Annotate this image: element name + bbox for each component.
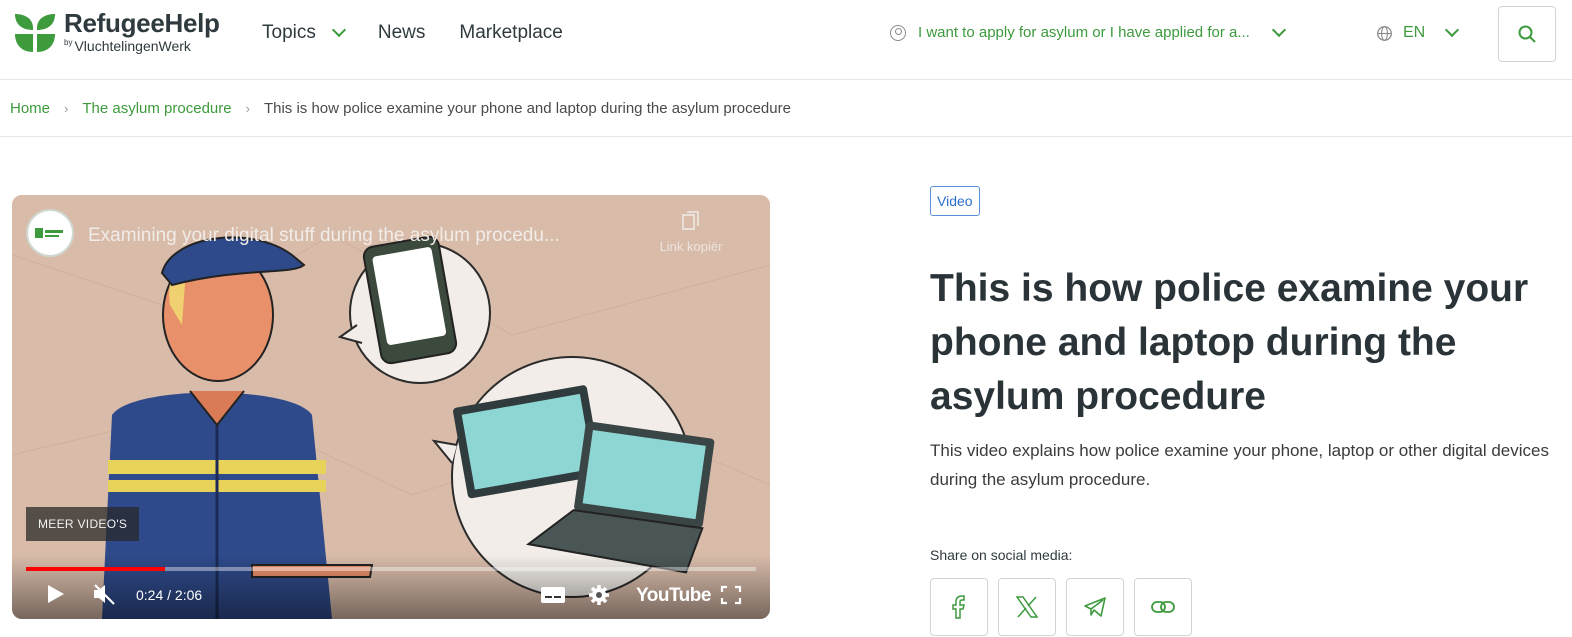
site-header: RefugeeHelp by VluchtelingenWerk Topics N…	[0, 0, 1572, 80]
video-player[interactable]: Examining your digital stuff during the …	[12, 195, 770, 619]
brand-sub: VluchtelingenWerk	[74, 37, 191, 54]
logo[interactable]: RefugeeHelp by VluchtelingenWerk	[12, 8, 220, 54]
nav-label-marketplace: Marketplace	[459, 22, 563, 43]
breadcrumb: Home › The asylum procedure › This is ho…	[10, 100, 791, 117]
brand-name: RefugeeHelp	[64, 7, 220, 38]
nav-item-news[interactable]: News	[378, 22, 426, 44]
mute-icon[interactable]	[92, 583, 118, 605]
copy-icon	[682, 211, 700, 231]
main-nav: Topics News Marketplace	[262, 22, 597, 44]
content-type-badge: Video	[930, 186, 980, 216]
language-label: EN	[1403, 24, 1426, 41]
fullscreen-icon[interactable]	[720, 585, 742, 605]
page-title: This is how police examine your phone an…	[930, 267, 1529, 418]
play-icon[interactable]	[44, 583, 66, 605]
breadcrumb-section[interactable]: The asylum procedure	[82, 100, 231, 117]
audience-label: I want to apply for asylum or I have app…	[918, 24, 1250, 41]
telegram-icon	[1084, 597, 1106, 617]
globe-icon	[1377, 25, 1392, 41]
video-time: 0:24 / 2:06	[136, 587, 203, 603]
language-selector[interactable]: EN	[1376, 22, 1460, 42]
share-x-button[interactable]	[998, 578, 1056, 636]
more-videos-button[interactable]: MEER VIDEO'S	[26, 507, 140, 541]
logo-leaves-icon	[12, 8, 58, 54]
nav-label-news: News	[377, 22, 426, 43]
player-controls: 0:24 / 2:06 YouTube	[12, 555, 770, 619]
divider	[0, 136, 1572, 137]
youtube-logo-link[interactable]: YouTube	[636, 585, 711, 607]
search-icon	[1518, 25, 1536, 43]
audience-selector[interactable]: I want to apply for asylum or I have app…	[890, 22, 1286, 41]
facebook-icon	[952, 595, 965, 619]
progress-bar[interactable]	[26, 567, 756, 571]
search-button[interactable]	[1498, 6, 1556, 62]
share-buttons	[930, 578, 1202, 636]
chevron-down-icon	[331, 22, 346, 38]
copy-link-label: Link kopiër	[659, 239, 723, 254]
channel-avatar[interactable]	[26, 209, 74, 257]
brand-by: by	[64, 37, 73, 47]
progress-fill	[26, 567, 165, 571]
x-icon	[1015, 596, 1039, 618]
person-icon	[890, 24, 906, 41]
subtitles-icon[interactable]	[540, 586, 566, 604]
share-facebook-button[interactable]	[930, 578, 988, 636]
nav-item-topics[interactable]: Topics	[262, 22, 346, 44]
chevron-down-icon	[1271, 22, 1286, 37]
copy-link-button[interactable]: Link kopiër	[646, 211, 736, 254]
chevron-down-icon	[1445, 22, 1460, 38]
nav-label-topics: Topics	[262, 22, 316, 43]
channel-logo-icon	[35, 228, 63, 238]
share-telegram-button[interactable]	[1066, 578, 1124, 636]
breadcrumb-home[interactable]: Home	[10, 100, 50, 117]
chevron-right-icon: ›	[64, 101, 69, 116]
link-icon	[1151, 601, 1175, 613]
share-link-button[interactable]	[1134, 578, 1192, 636]
video-title[interactable]: Examining your digital stuff during the …	[88, 225, 560, 247]
breadcrumb-current: This is how police examine your phone an…	[263, 100, 791, 117]
nav-item-marketplace[interactable]: Marketplace	[459, 22, 563, 44]
chevron-right-icon: ›	[245, 101, 250, 116]
settings-gear-icon[interactable]	[588, 584, 610, 606]
page-description: This video explains how police examine y…	[930, 441, 1549, 489]
share-label: Share on social media:	[930, 547, 1073, 563]
